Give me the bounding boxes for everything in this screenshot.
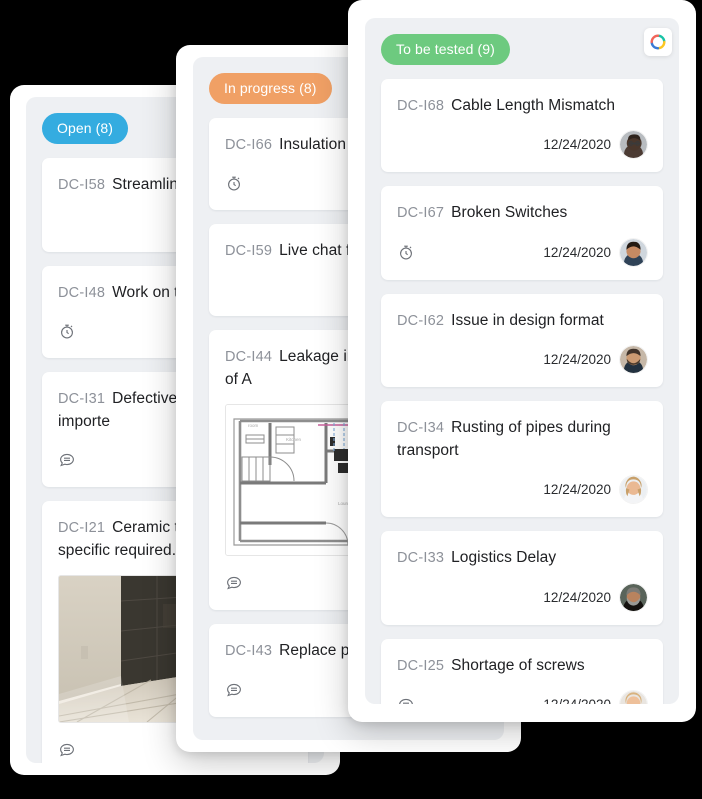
comment-icon bbox=[225, 681, 243, 699]
card-ticket-id: DC-I68 bbox=[397, 98, 445, 114]
comment-icon bbox=[58, 741, 76, 759]
card-date: 12/24/2020 bbox=[543, 352, 611, 368]
card-footer: 12/24/2020 bbox=[397, 238, 647, 266]
status-badge-open[interactable]: Open (8) bbox=[42, 113, 129, 144]
card-title: Cable Length Mismatch bbox=[451, 97, 616, 114]
card-ticket-id: DC-I44 bbox=[225, 349, 273, 366]
card-title: Shortage of screws bbox=[451, 656, 585, 674]
task-card[interactable]: DC-I67 Broken Switches 12/24/2020 bbox=[381, 186, 663, 280]
card-ticket-id: DC-I67 bbox=[397, 205, 445, 222]
card-footer: 12/24/2020 bbox=[397, 691, 647, 704]
svg-text:room: room bbox=[248, 423, 259, 428]
card-date: 12/24/2020 bbox=[543, 697, 611, 704]
card-title-row: DC-I62 Issue in design format bbox=[397, 310, 647, 332]
kanban-board-stage: Open (8) DC-I58 Streamline DC-I48 Work on … bbox=[0, 0, 702, 799]
comment-icon bbox=[397, 696, 415, 704]
card-footer: 12/24/2020 bbox=[397, 583, 647, 611]
card-title: Issue in design format bbox=[451, 311, 604, 329]
color-ring-spinner-icon[interactable] bbox=[644, 28, 672, 56]
board-window-to-be-tested: To be tested (9) DC-I68 Cable Length Mism… bbox=[348, 0, 696, 722]
card-ticket-id: DC-I43 bbox=[225, 643, 273, 660]
card-title-row: DC-I33 Logistics Delay bbox=[397, 547, 647, 569]
status-badge-in-progress[interactable]: In progress (8) bbox=[209, 73, 332, 104]
card-date: 12/24/2020 bbox=[543, 482, 611, 498]
card-date: 12/24/2020 bbox=[543, 244, 611, 260]
card-title-row: DC-I25 Shortage of screws bbox=[397, 655, 647, 677]
stopwatch-icon bbox=[397, 243, 415, 261]
card-footer: 12/24/2020 bbox=[397, 476, 647, 504]
card-title-row: DC-I67 Broken Switches bbox=[397, 202, 647, 224]
card-title-row: DC-I34 Rusting of pipes during transport bbox=[397, 417, 647, 462]
card-ticket-id: DC-I48 bbox=[58, 285, 106, 301]
task-card[interactable]: DC-I25 Shortage of screws 12/24/2020 bbox=[381, 638, 663, 704]
card-date: 12/24/2020 bbox=[543, 137, 611, 153]
board-column-to-be-tested: To be tested (9) DC-I68 Cable Length Mism… bbox=[365, 18, 679, 704]
card-title-row: DC-I68 Cable Length Mismatch bbox=[397, 95, 647, 117]
comment-icon bbox=[58, 451, 76, 469]
card-ticket-id: DC-I66 bbox=[225, 137, 273, 153]
card-ticket-id: DC-I58 bbox=[58, 177, 106, 193]
stopwatch-icon bbox=[58, 322, 76, 340]
card-footer: 12/24/2020 bbox=[397, 131, 647, 159]
task-card[interactable]: DC-I68 Cable Length Mismatch 12/24/2020 bbox=[381, 79, 663, 173]
avatar[interactable] bbox=[620, 583, 647, 611]
avatar[interactable] bbox=[620, 238, 647, 266]
card-title: Logistics Delay bbox=[451, 549, 557, 567]
comment-icon bbox=[225, 574, 243, 592]
card-footer: 12/24/2020 bbox=[397, 346, 647, 374]
task-card[interactable]: DC-I33 Logistics Delay 12/24/2020 bbox=[381, 531, 663, 625]
card-title: Broken Switches bbox=[451, 204, 568, 222]
avatar[interactable] bbox=[620, 691, 647, 704]
avatar[interactable] bbox=[620, 131, 647, 159]
card-ticket-id: DC-I31 bbox=[58, 391, 106, 408]
card-date: 12/24/2020 bbox=[543, 589, 611, 605]
card-ticket-id: DC-I21 bbox=[58, 520, 106, 537]
avatar[interactable] bbox=[620, 346, 647, 374]
stopwatch-icon bbox=[225, 174, 243, 192]
card-ticket-id: DC-I33 bbox=[397, 550, 445, 567]
card-ticket-id: DC-I62 bbox=[397, 312, 445, 329]
task-card[interactable]: DC-I62 Issue in design format 12/24/2020 bbox=[381, 293, 663, 388]
card-ticket-id: DC-I34 bbox=[397, 420, 445, 437]
status-badge-to-be-tested[interactable]: To be tested (9) bbox=[381, 34, 510, 65]
avatar[interactable] bbox=[620, 476, 647, 504]
card-ticket-id: DC-I25 bbox=[397, 657, 445, 674]
svg-text:Kitchen: Kitchen bbox=[286, 437, 302, 442]
task-card[interactable]: DC-I34 Rusting of pipes during transport … bbox=[381, 401, 663, 518]
card-ticket-id: DC-I59 bbox=[225, 243, 273, 260]
